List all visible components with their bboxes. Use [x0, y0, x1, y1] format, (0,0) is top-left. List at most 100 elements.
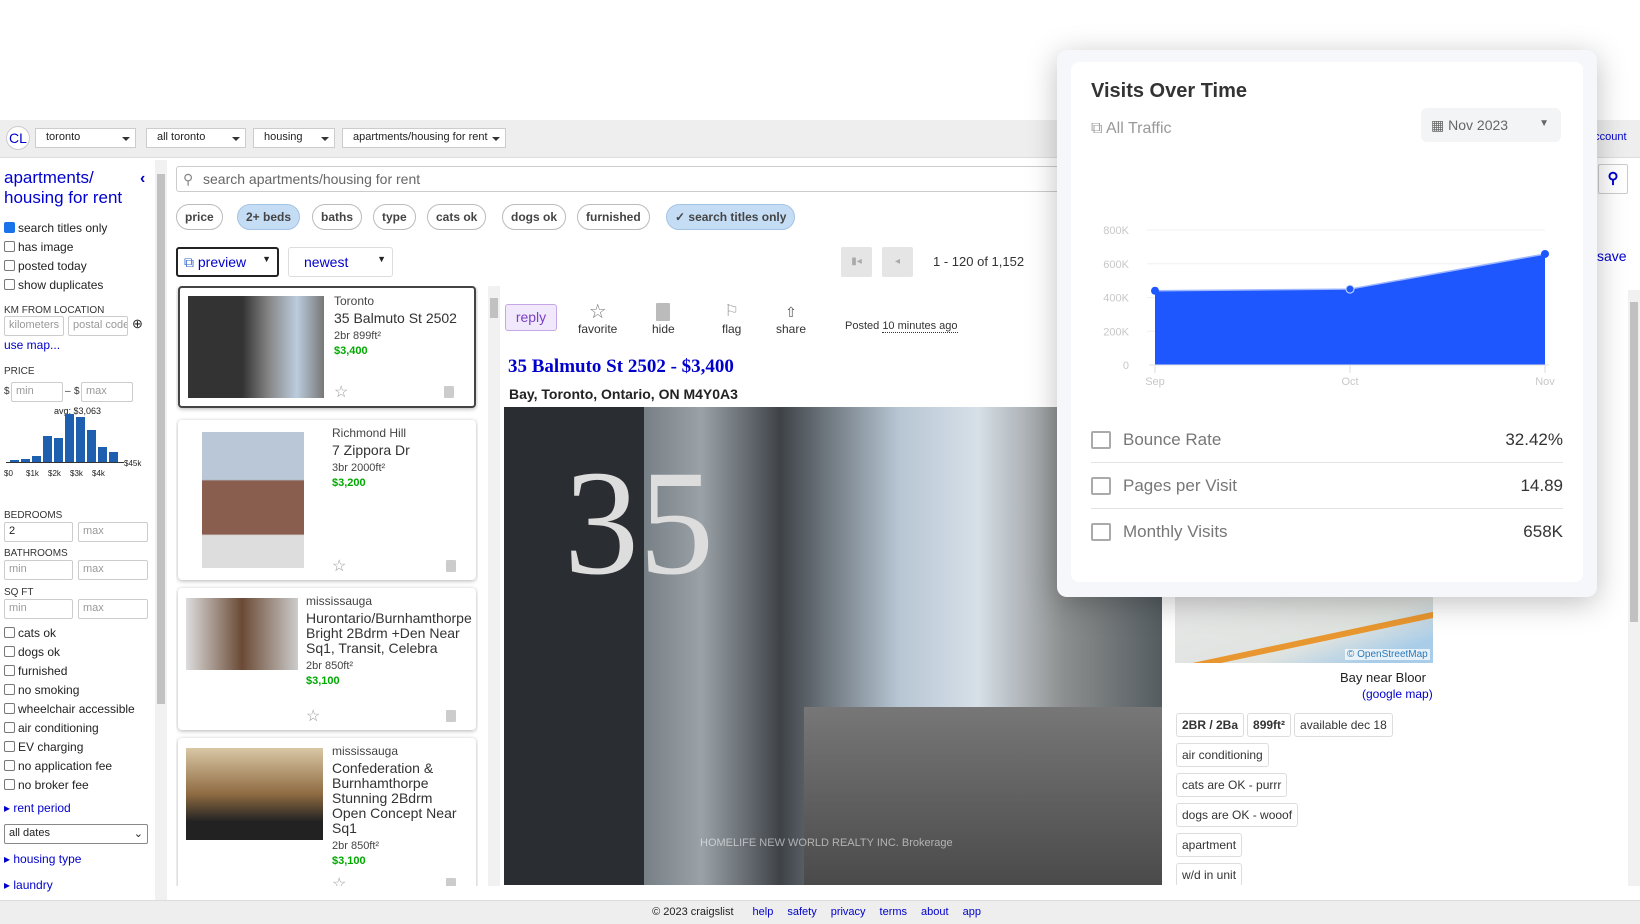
footer-link-safety[interactable]: safety	[787, 906, 816, 918]
rent-period-toggle[interactable]: ▸ rent period	[4, 801, 71, 815]
laundry-toggle[interactable]: ▸ laundry	[4, 878, 53, 892]
sqft-min-input[interactable]: min	[4, 599, 73, 619]
listing-card[interactable]: mississauga Hurontario/Burnhamthorpe Brig…	[178, 588, 476, 730]
hide-button[interactable]: hide	[652, 302, 675, 336]
share-button[interactable]: ⇧ share	[776, 302, 806, 336]
city-select[interactable]: toronto	[35, 128, 136, 148]
footer-link-privacy[interactable]: privacy	[831, 906, 866, 918]
checkbox-no-smoking[interactable]: no smoking	[4, 680, 135, 699]
filter-chip[interactable]: price	[176, 204, 223, 230]
price-min-input[interactable]: min	[11, 382, 63, 402]
listing-title[interactable]: 7 Zippora Dr	[332, 443, 470, 458]
checkbox-posted-today[interactable]: posted today	[4, 256, 107, 275]
favorite-star-icon[interactable]: ☆	[332, 874, 346, 886]
filter-chip[interactable]: cats ok	[427, 204, 487, 230]
postal-code-input[interactable]: postal code	[68, 316, 128, 336]
listing-thumbnail[interactable]	[188, 296, 324, 398]
search-button[interactable]: ⚲	[1598, 164, 1628, 194]
subcategory-select[interactable]: apartments/housing for rent	[342, 128, 506, 148]
favorite-star-icon[interactable]: ☆	[332, 556, 346, 576]
scroll-thumb[interactable]	[157, 174, 165, 704]
bedrooms-min-input[interactable]: 2	[4, 522, 73, 542]
hide-trash-icon[interactable]	[446, 560, 456, 572]
dates-select[interactable]: all dates ⌄	[4, 824, 148, 844]
listing-card[interactable]: mississauga Confederation & Burnhamthorpe…	[178, 738, 476, 886]
traffic-filter[interactable]: ⧉ All Traffic	[1091, 120, 1172, 138]
listing-title[interactable]: 35 Balmuto St 2502	[334, 311, 472, 326]
checkbox-box[interactable]	[4, 260, 15, 271]
sqft-max-input[interactable]: max	[78, 599, 148, 619]
scroll-thumb[interactable]	[490, 298, 498, 318]
checkbox-EV-charging[interactable]: EV charging	[4, 737, 135, 756]
checkbox-no-broker-fee[interactable]: no broker fee	[4, 775, 135, 794]
listing-title[interactable]: Hurontario/Burnhamthorpe Bright 2Bdrm +D…	[306, 611, 472, 656]
hide-trash-icon[interactable]	[444, 386, 454, 398]
listing-title[interactable]: Confederation & Burnhamthorpe Stunning 2…	[332, 761, 470, 836]
filter-chip[interactable]: furnished	[577, 204, 650, 230]
footer-link-app[interactable]: app	[963, 906, 981, 918]
reply-button[interactable]: reply	[505, 304, 557, 331]
flag-button[interactable]: ⚐ flag	[722, 302, 741, 336]
checkbox-show-duplicates[interactable]: show duplicates	[4, 275, 107, 294]
checkbox-box[interactable]	[4, 627, 15, 638]
footer-link-help[interactable]: help	[753, 906, 774, 918]
data-point[interactable]	[1151, 286, 1159, 295]
listing-card[interactable]: Richmond Hill 7 Zippora Dr 3br 2000ft² $3,2…	[178, 420, 476, 580]
price-max-input[interactable]: max	[81, 382, 133, 402]
detail-scrollbar[interactable]	[1628, 290, 1640, 886]
hide-trash-icon[interactable]	[446, 878, 456, 886]
filter-chip[interactable]: 2+ beds	[237, 204, 301, 230]
google-map-link[interactable]: (google map)	[1362, 687, 1433, 701]
checkbox-search-titles-only[interactable]: search titles only	[4, 218, 107, 237]
checkbox-cats-ok[interactable]: cats ok	[4, 623, 135, 642]
checkbox-dogs-ok[interactable]: dogs ok	[4, 642, 135, 661]
checkbox-box[interactable]	[4, 722, 15, 733]
listing-card[interactable]: Toronto 35 Balmuto St 2502 2br 899ft² $3,40…	[178, 286, 476, 408]
map-credit-text[interactable]: © OpenStreetMap	[1347, 649, 1428, 660]
location-map[interactable]: © OpenStreetMap	[1175, 597, 1433, 663]
footer-link-about[interactable]: about	[921, 906, 949, 918]
bathrooms-min-input[interactable]: min	[4, 560, 73, 580]
footer-link-terms[interactable]: terms	[880, 906, 908, 918]
listing-thumbnail[interactable]	[186, 748, 323, 840]
craigslist-logo[interactable]: CL	[6, 126, 30, 150]
results-scrollbar[interactable]	[488, 286, 500, 886]
checkbox-air-conditioning[interactable]: air conditioning	[4, 718, 135, 737]
sidebar-scrollbar[interactable]	[155, 160, 167, 900]
checkbox-box[interactable]	[4, 703, 15, 714]
use-map-link[interactable]: use map...	[4, 338, 60, 352]
checkbox-box[interactable]	[4, 779, 15, 790]
housing-type-toggle[interactable]: ▸ housing type	[4, 852, 81, 866]
sort-select[interactable]: newest ▼	[288, 247, 393, 277]
locate-icon[interactable]: ⊕	[132, 316, 143, 332]
checkbox-box[interactable]	[4, 741, 15, 752]
search-input[interactable]: ⚲ search apartments/housing for rent	[176, 166, 1076, 192]
hide-trash-icon[interactable]	[446, 710, 456, 722]
checkbox-box[interactable]	[4, 684, 15, 695]
listing-thumbnail[interactable]	[202, 432, 304, 568]
view-mode-select[interactable]: ⧉ preview ▼	[176, 247, 279, 277]
first-page-button[interactable]: ▮◂	[841, 247, 872, 277]
category-select[interactable]: housing	[253, 128, 335, 148]
data-point[interactable]	[1541, 249, 1549, 258]
filter-chip[interactable]: type	[373, 204, 416, 230]
scroll-thumb[interactable]	[1630, 302, 1638, 622]
favorite-button[interactable]: ☆ favorite	[578, 302, 617, 336]
checkbox-box[interactable]	[4, 646, 15, 657]
checkbox-box[interactable]	[4, 279, 15, 290]
checkbox-box[interactable]	[4, 222, 15, 233]
filter-chip[interactable]: baths	[312, 204, 363, 230]
collapse-chevron-icon[interactable]: ‹	[140, 170, 145, 188]
period-select[interactable]: ▦ Nov 2023 ▼	[1421, 108, 1561, 142]
save-search-button[interactable]: save	[1597, 248, 1627, 264]
favorite-star-icon[interactable]: ☆	[306, 706, 320, 726]
listing-thumbnail[interactable]	[186, 598, 298, 670]
checkbox-no-application-fee[interactable]: no application fee	[4, 756, 135, 775]
bedrooms-max-input[interactable]: max	[78, 522, 148, 542]
favorite-star-icon[interactable]: ☆	[334, 382, 348, 402]
checkbox-furnished[interactable]: furnished	[4, 661, 135, 680]
checkbox-wheelchair-accessible[interactable]: wheelchair accessible	[4, 699, 135, 718]
data-point[interactable]	[1345, 284, 1355, 294]
prev-page-button[interactable]: ◂	[882, 247, 913, 277]
filter-chip[interactable]: ✓ search titles only	[666, 204, 796, 230]
